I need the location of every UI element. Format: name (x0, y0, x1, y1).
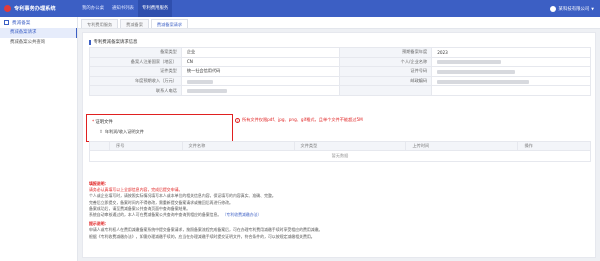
field-value: 统一社会信用代码 (180, 66, 341, 77)
field-label: 证件号码 (339, 66, 433, 77)
reduction-rules-link[interactable]: （专利收费减缴办法） (223, 212, 262, 217)
tab-request[interactable]: 费减备案请求 (150, 19, 189, 28)
required-marker: * (92, 119, 95, 125)
proof-title-text: 证明文件 (95, 120, 113, 125)
file-table: 序号 文件名称 文件类型 上传时间 操作 暂无数据 (89, 141, 591, 162)
section-title-text: 专利费减备案请求信息 (93, 40, 138, 45)
sidebar: 费减备案 费减备案请求 费减备案公共查询 (0, 17, 78, 261)
sidebar-group-fee-reduction[interactable]: 费减备案 (0, 17, 77, 28)
table-row: 暂无数据 (89, 150, 591, 162)
topnav-item-desk[interactable]: 我的办公桌 (78, 0, 108, 17)
chevron-down-icon: ▼ (591, 6, 594, 11)
field-label: 邮政编码 (339, 75, 433, 87)
logo-icon (4, 5, 11, 12)
notes: 填报说明： 请务必认真填写以上全部信息内容，完成后提交申请。 个人或企业填写时，… (89, 181, 593, 240)
user-name: 某科技有限公司 (558, 6, 590, 12)
field-label: 个人/企业名称 (339, 56, 433, 68)
note-line: 根据《专利收费减缴办法》，如需办理减缴手续的，应当在办理减缴手续时提交证明文件，… (89, 233, 315, 239)
table-row: 备案人注册国家（地区） CN 个人/企业名称 (89, 56, 591, 68)
info-table: 备案类型 企业 预期备案年度 2023 备案人注册国家（地区） CN 个人/企业… (89, 47, 591, 96)
top-nav: 我的办公桌 通知书列表 专利费用服务 (78, 0, 173, 17)
column-header: 上传时间 (405, 141, 519, 151)
tab-bar: 专利费用服务 费减备案 费减备案请求 (78, 17, 600, 29)
table-row: 联系人电话 (89, 85, 591, 96)
column-checkbox[interactable] (89, 141, 110, 151)
field-value-redacted (431, 75, 591, 87)
column-header: 文件类型 (293, 141, 407, 151)
main-panel: 专利费减备案请求信息 备案类型 企业 预期备案年度 2023 备案人注册国家（地… (82, 32, 596, 258)
field-label: 备案人注册国家（地区） (89, 56, 182, 68)
empty-text: 暂无数据 (89, 150, 591, 162)
upload-hint-text: 所有文件仅限pdf、jpg、png、gif格式，且单个文件不能超过5M (242, 117, 363, 122)
note-line: 系统自动审核通过的，本人可在费减备案公共查询中查询到相应的备案信息。 （专利收费… (89, 212, 593, 218)
app-title: 专利事务办理系统 (14, 6, 56, 12)
field-value-redacted (431, 56, 591, 68)
note-line-text: 系统自动审核通过的，本人可在费减备案公共查询中查询到相应的备案信息。 (89, 212, 222, 218)
field-value (431, 85, 591, 96)
column-header: 文件名称 (181, 141, 295, 151)
upload-icon: ⇪ (99, 129, 103, 135)
upload-hint: i 所有文件仅限pdf、jpg、png、gif格式，且单个文件不能超过5M (235, 117, 363, 123)
menu-icon (4, 20, 9, 25)
field-label: 联系人电话 (89, 85, 182, 96)
topnav-item-fee-service[interactable]: 专利费用服务 (137, 0, 173, 17)
proof-title: * 证明文件 (92, 119, 113, 126)
field-value-redacted (431, 66, 591, 77)
field-value-redacted (180, 85, 341, 96)
info-icon: i (235, 117, 240, 123)
table-row: 年度预期收入（万元） 邮政编码 (89, 75, 591, 87)
avatar (549, 5, 556, 12)
sidebar-item-request[interactable]: 费减备案请求 (0, 28, 77, 38)
section-marker (89, 39, 91, 45)
column-header: 序号 (109, 141, 183, 151)
upload-label: 年利润/收入证明文件 (104, 129, 144, 134)
field-value: CN (180, 56, 341, 68)
field-value: 企业 (180, 47, 341, 58)
table-row: 证件类型 统一社会信用代码 证件号码 (89, 66, 591, 77)
sidebar-group-label: 费减备案 (12, 20, 31, 26)
topnav-item-notices[interactable]: 通知书列表 (108, 0, 138, 17)
field-value-redacted (180, 75, 341, 87)
field-label: 年度预期收入（万元） (89, 75, 182, 87)
field-label: 备案类型 (89, 47, 182, 58)
field-value: 2023 (431, 47, 591, 58)
section-title: 专利费减备案请求信息 (89, 39, 137, 45)
table-header-row: 序号 文件名称 文件类型 上传时间 操作 (89, 141, 591, 151)
tab-fee-service[interactable]: 专利费用服务 (81, 19, 119, 28)
sidebar-item-public-query[interactable]: 费减备案公共查询 (0, 38, 77, 48)
column-header: 操作 (517, 141, 591, 151)
user-menu[interactable]: 某科技有限公司 ▼ (549, 0, 594, 17)
upload-button[interactable]: ⇪ 年利润/收入证明文件 (99, 129, 144, 135)
tab-fee-reduction[interactable]: 费减备案 (120, 19, 149, 28)
table-row: 备案类型 企业 预期备案年度 2023 (89, 47, 591, 58)
field-label (339, 85, 433, 96)
field-label: 证件类型 (89, 66, 182, 77)
proof-section: * 证明文件 ⇪ 年利润/收入证明文件 (86, 114, 233, 142)
top-bar: 专利事务办理系统 我的办公桌 通知书列表 专利费用服务 某科技有限公司 ▼ (0, 0, 600, 17)
field-label: 预期备案年度 (339, 47, 433, 58)
brand[interactable]: 专利事务办理系统 (0, 5, 78, 12)
